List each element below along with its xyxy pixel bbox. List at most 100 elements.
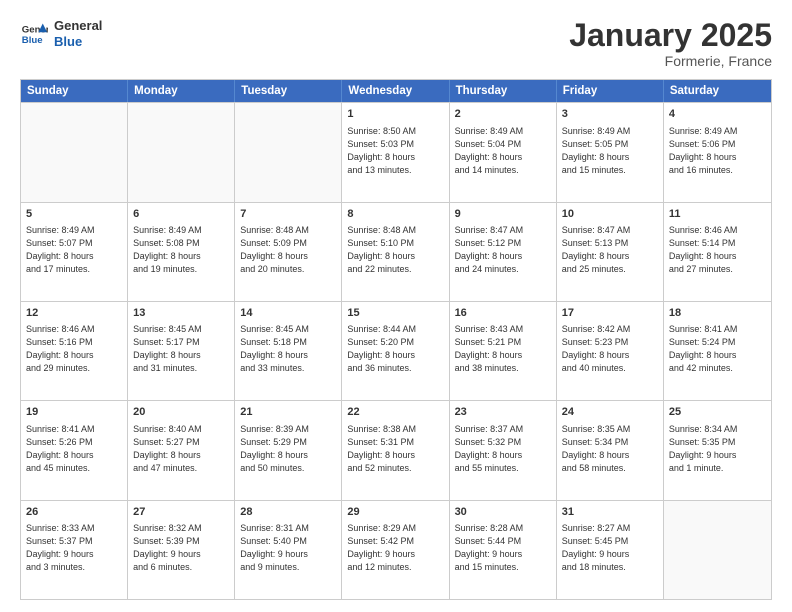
day-number: 5 xyxy=(26,207,122,222)
cal-cell-day-4: 4 Sunrise: 8:49 AM Sunset: 5:06 PM Daylig… xyxy=(664,103,771,201)
cal-cell-day-21: 21Sunrise: 8:39 AM Sunset: 5:29 PM Dayli… xyxy=(235,401,342,499)
day-number: 20 xyxy=(133,405,229,420)
cal-cell-empty-0-2 xyxy=(235,103,342,201)
cal-cell-day-16: 16Sunrise: 8:43 AM Sunset: 5:21 PM Dayli… xyxy=(450,302,557,400)
header-day-saturday: Saturday xyxy=(664,80,771,102)
cell-info-text: Sunrise: 8:50 AM Sunset: 5:03 PM Dayligh… xyxy=(347,125,443,177)
day-number: 4 xyxy=(669,107,766,122)
cal-cell-empty-0-1 xyxy=(128,103,235,201)
cal-cell-day-8: 8 Sunrise: 8:48 AM Sunset: 5:10 PM Daylig… xyxy=(342,203,449,301)
day-number: 6 xyxy=(133,207,229,222)
calendar-body: 1 Sunrise: 8:50 AM Sunset: 5:03 PM Daylig… xyxy=(21,102,771,599)
cell-info-text: Sunrise: 8:44 AM Sunset: 5:20 PM Dayligh… xyxy=(347,323,443,375)
cell-info-text: Sunrise: 8:35 AM Sunset: 5:34 PM Dayligh… xyxy=(562,423,658,475)
day-number: 31 xyxy=(562,505,658,520)
day-number: 15 xyxy=(347,306,443,321)
cal-cell-day-30: 30 Sunrise: 8:28 AM Sunset: 5:44 PM Dayli… xyxy=(450,501,557,599)
cell-info-text: Sunrise: 8:46 AM Sunset: 5:16 PM Dayligh… xyxy=(26,323,122,375)
header-day-monday: Monday xyxy=(128,80,235,102)
cell-info-text: Sunrise: 8:40 AM Sunset: 5:27 PM Dayligh… xyxy=(133,423,229,475)
page: General Blue General Blue January 2025 F… xyxy=(0,0,792,612)
cal-cell-empty-0-0 xyxy=(21,103,128,201)
cell-info-text: Sunrise: 8:45 AM Sunset: 5:18 PM Dayligh… xyxy=(240,323,336,375)
cal-cell-day-29: 29 Sunrise: 8:29 AM Sunset: 5:42 PM Dayli… xyxy=(342,501,449,599)
cal-cell-day-1: 1 Sunrise: 8:50 AM Sunset: 5:03 PM Daylig… xyxy=(342,103,449,201)
cal-cell-day-2: 2Sunrise: 8:49 AM Sunset: 5:04 PM Daylig… xyxy=(450,103,557,201)
cell-info-text: Sunrise: 8:48 AM Sunset: 5:09 PM Dayligh… xyxy=(240,224,336,276)
cell-info-text: Sunrise: 8:33 AM Sunset: 5:37 PM Dayligh… xyxy=(26,522,122,574)
cell-info-text: Sunrise: 8:47 AM Sunset: 5:12 PM Dayligh… xyxy=(455,224,551,276)
day-number: 10 xyxy=(562,207,658,222)
cell-info-text: Sunrise: 8:37 AM Sunset: 5:32 PM Dayligh… xyxy=(455,423,551,475)
cal-row-1: 5 Sunrise: 8:49 AM Sunset: 5:07 PM Daylig… xyxy=(21,202,771,301)
header-day-friday: Friday xyxy=(557,80,664,102)
day-number: 14 xyxy=(240,306,336,321)
cell-info-text: Sunrise: 8:49 AM Sunset: 5:08 PM Dayligh… xyxy=(133,224,229,276)
cal-cell-day-14: 14 Sunrise: 8:45 AM Sunset: 5:18 PM Dayli… xyxy=(235,302,342,400)
cal-row-3: 19Sunrise: 8:41 AM Sunset: 5:26 PM Dayli… xyxy=(21,400,771,499)
header-day-tuesday: Tuesday xyxy=(235,80,342,102)
cal-cell-day-9: 9Sunrise: 8:47 AM Sunset: 5:12 PM Daylig… xyxy=(450,203,557,301)
cal-cell-day-6: 6 Sunrise: 8:49 AM Sunset: 5:08 PM Daylig… xyxy=(128,203,235,301)
cal-row-0: 1 Sunrise: 8:50 AM Sunset: 5:03 PM Daylig… xyxy=(21,102,771,201)
header-day-thursday: Thursday xyxy=(450,80,557,102)
svg-text:Blue: Blue xyxy=(22,34,43,45)
logo-line1: General xyxy=(54,18,102,34)
location-subtitle: Formerie, France xyxy=(569,53,772,69)
cell-info-text: Sunrise: 8:41 AM Sunset: 5:24 PM Dayligh… xyxy=(669,323,766,375)
cal-cell-day-20: 20 Sunrise: 8:40 AM Sunset: 5:27 PM Dayli… xyxy=(128,401,235,499)
cal-cell-day-7: 7 Sunrise: 8:48 AM Sunset: 5:09 PM Daylig… xyxy=(235,203,342,301)
cell-info-text: Sunrise: 8:47 AM Sunset: 5:13 PM Dayligh… xyxy=(562,224,658,276)
day-number: 3 xyxy=(562,107,658,122)
cell-info-text: Sunrise: 8:32 AM Sunset: 5:39 PM Dayligh… xyxy=(133,522,229,574)
month-title: January 2025 xyxy=(569,18,772,53)
cell-info-text: Sunrise: 8:42 AM Sunset: 5:23 PM Dayligh… xyxy=(562,323,658,375)
cell-info-text: Sunrise: 8:45 AM Sunset: 5:17 PM Dayligh… xyxy=(133,323,229,375)
cell-info-text: Sunrise: 8:28 AM Sunset: 5:44 PM Dayligh… xyxy=(455,522,551,574)
cal-row-2: 12 Sunrise: 8:46 AM Sunset: 5:16 PM Dayli… xyxy=(21,301,771,400)
day-number: 8 xyxy=(347,207,443,222)
cal-row-4: 26 Sunrise: 8:33 AM Sunset: 5:37 PM Dayli… xyxy=(21,500,771,599)
cal-cell-day-22: 22 Sunrise: 8:38 AM Sunset: 5:31 PM Dayli… xyxy=(342,401,449,499)
cell-info-text: Sunrise: 8:48 AM Sunset: 5:10 PM Dayligh… xyxy=(347,224,443,276)
cal-cell-day-11: 11Sunrise: 8:46 AM Sunset: 5:14 PM Dayli… xyxy=(664,203,771,301)
cal-cell-day-25: 25Sunrise: 8:34 AM Sunset: 5:35 PM Dayli… xyxy=(664,401,771,499)
day-number: 18 xyxy=(669,306,766,321)
cal-cell-day-12: 12 Sunrise: 8:46 AM Sunset: 5:16 PM Dayli… xyxy=(21,302,128,400)
cal-cell-day-18: 18 Sunrise: 8:41 AM Sunset: 5:24 PM Dayli… xyxy=(664,302,771,400)
cell-info-text: Sunrise: 8:29 AM Sunset: 5:42 PM Dayligh… xyxy=(347,522,443,574)
cal-cell-day-19: 19Sunrise: 8:41 AM Sunset: 5:26 PM Dayli… xyxy=(21,401,128,499)
cal-cell-day-27: 27 Sunrise: 8:32 AM Sunset: 5:39 PM Dayli… xyxy=(128,501,235,599)
logo: General Blue General Blue xyxy=(20,18,102,49)
cell-info-text: Sunrise: 8:43 AM Sunset: 5:21 PM Dayligh… xyxy=(455,323,551,375)
calendar: SundayMondayTuesdayWednesdayThursdayFrid… xyxy=(20,79,772,600)
cell-info-text: Sunrise: 8:49 AM Sunset: 5:07 PM Dayligh… xyxy=(26,224,122,276)
day-number: 29 xyxy=(347,505,443,520)
day-number: 23 xyxy=(455,405,551,420)
day-number: 26 xyxy=(26,505,122,520)
cal-cell-day-15: 15 Sunrise: 8:44 AM Sunset: 5:20 PM Dayli… xyxy=(342,302,449,400)
day-number: 21 xyxy=(240,405,336,420)
day-number: 30 xyxy=(455,505,551,520)
day-number: 22 xyxy=(347,405,443,420)
cell-info-text: Sunrise: 8:49 AM Sunset: 5:06 PM Dayligh… xyxy=(669,125,766,177)
day-number: 11 xyxy=(669,207,766,222)
cal-cell-day-10: 10 Sunrise: 8:47 AM Sunset: 5:13 PM Dayli… xyxy=(557,203,664,301)
day-number: 27 xyxy=(133,505,229,520)
calendar-header: SundayMondayTuesdayWednesdayThursdayFrid… xyxy=(21,80,771,102)
day-number: 12 xyxy=(26,306,122,321)
header-day-sunday: Sunday xyxy=(21,80,128,102)
day-number: 1 xyxy=(347,107,443,122)
cal-cell-day-24: 24Sunrise: 8:35 AM Sunset: 5:34 PM Dayli… xyxy=(557,401,664,499)
cell-info-text: Sunrise: 8:38 AM Sunset: 5:31 PM Dayligh… xyxy=(347,423,443,475)
header: General Blue General Blue January 2025 F… xyxy=(20,18,772,69)
cell-info-text: Sunrise: 8:41 AM Sunset: 5:26 PM Dayligh… xyxy=(26,423,122,475)
day-number: 7 xyxy=(240,207,336,222)
day-number: 2 xyxy=(455,107,551,122)
logo-line2: Blue xyxy=(54,34,102,50)
cal-cell-day-17: 17Sunrise: 8:42 AM Sunset: 5:23 PM Dayli… xyxy=(557,302,664,400)
title-block: January 2025 Formerie, France xyxy=(569,18,772,69)
cell-info-text: Sunrise: 8:31 AM Sunset: 5:40 PM Dayligh… xyxy=(240,522,336,574)
cal-cell-day-28: 28Sunrise: 8:31 AM Sunset: 5:40 PM Dayli… xyxy=(235,501,342,599)
cal-cell-day-31: 31Sunrise: 8:27 AM Sunset: 5:45 PM Dayli… xyxy=(557,501,664,599)
